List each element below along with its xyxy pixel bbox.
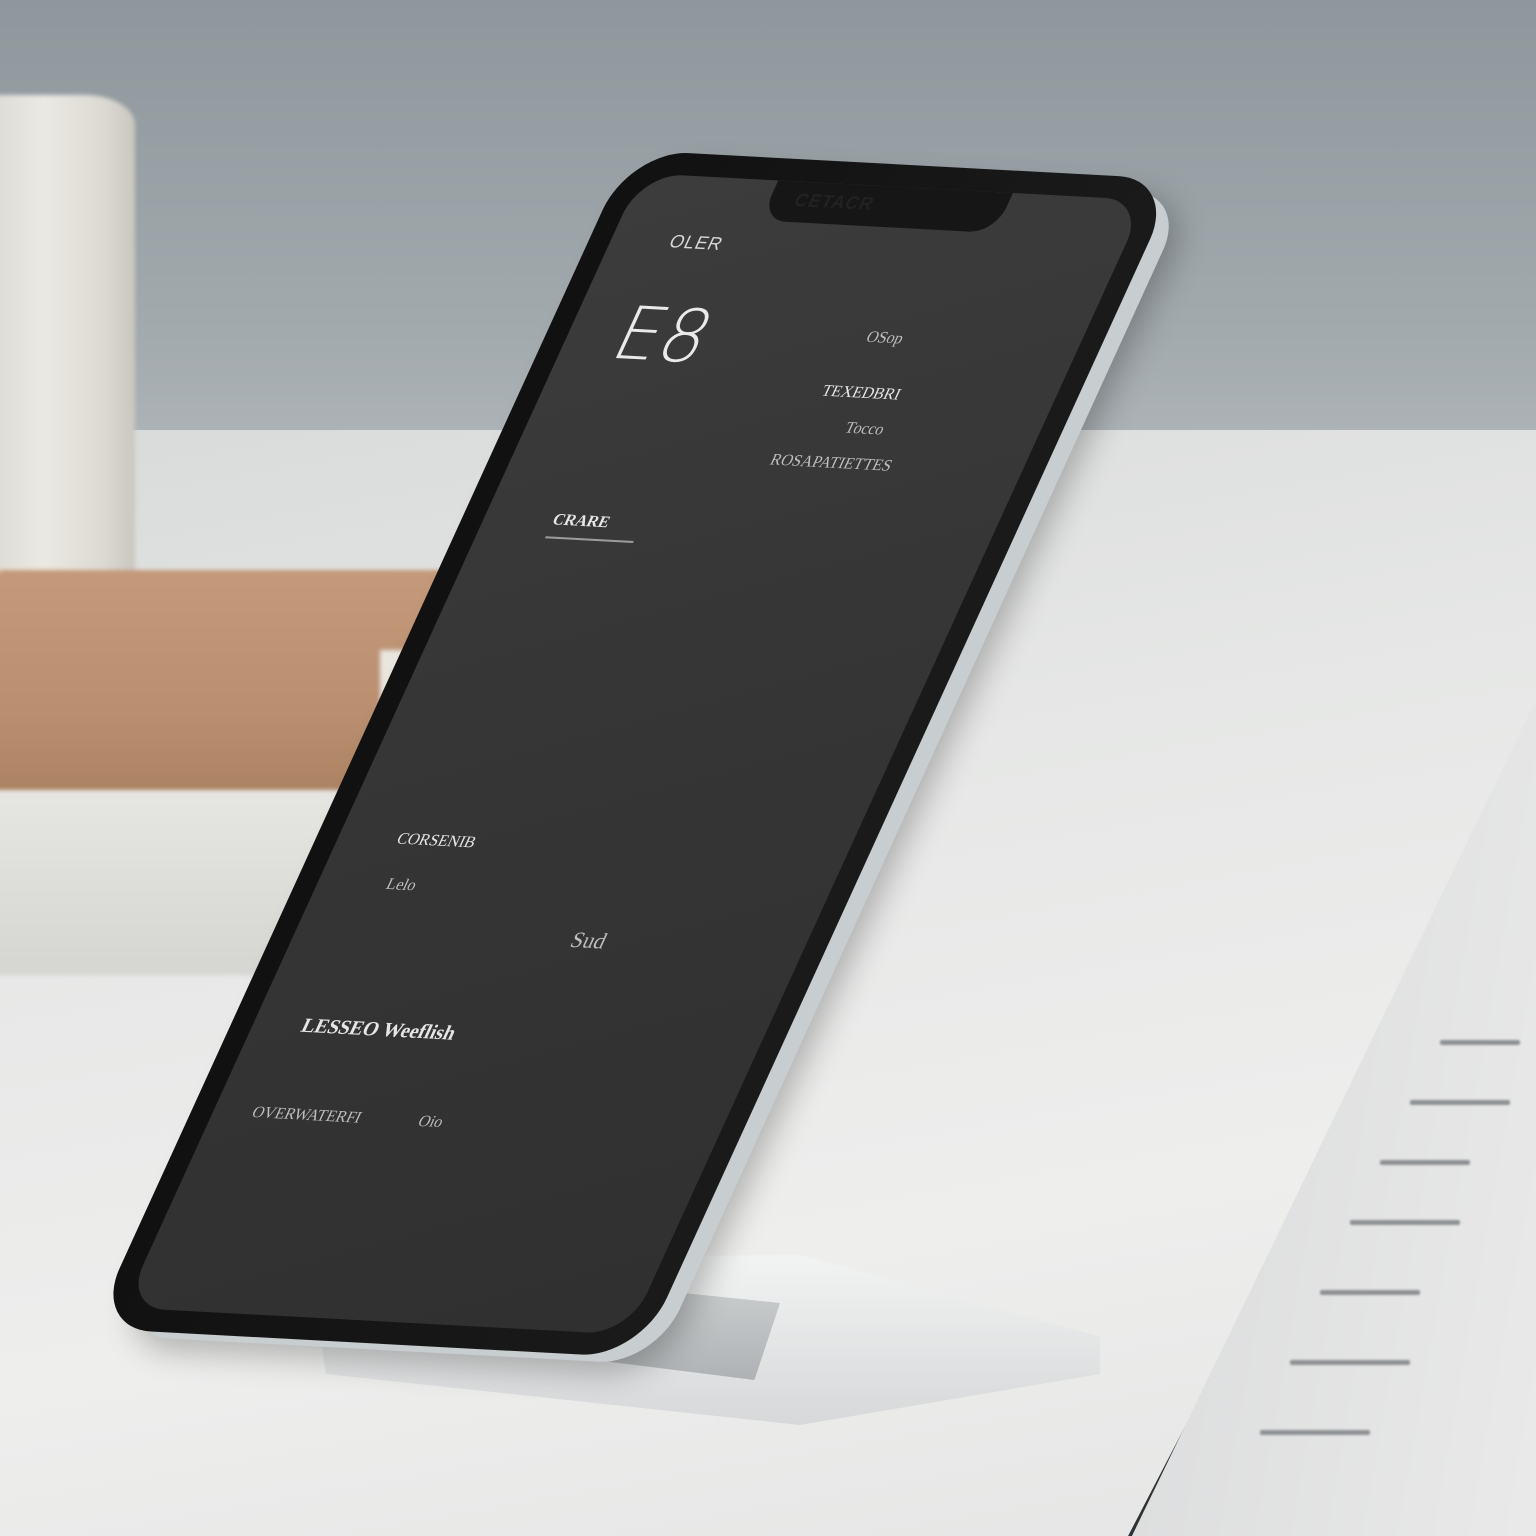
desk-scene: CETACR OLER E8 OSop TEXEDBRI Tocco ROSAP… bbox=[0, 0, 1536, 1536]
detail-line: Tocco bbox=[841, 419, 888, 439]
laptop-text-line bbox=[1290, 1360, 1410, 1365]
footer-subtitle: OVERWATERFI bbox=[248, 1103, 365, 1127]
detail-line: OSop bbox=[863, 328, 907, 348]
notch-text: CETACR bbox=[790, 189, 878, 214]
laptop-text-line bbox=[1260, 1430, 1370, 1435]
detail-line: ROSAPATIETTES bbox=[767, 451, 896, 475]
footer-tail: Oio bbox=[415, 1112, 447, 1132]
section-underline bbox=[544, 536, 634, 543]
laptop-text-line bbox=[1410, 1100, 1510, 1105]
detail-line: TEXEDBRI bbox=[818, 382, 904, 404]
laptop-text-line bbox=[1320, 1290, 1420, 1295]
status-label: OLER bbox=[665, 231, 727, 254]
phone-notch: CETACR bbox=[760, 180, 1013, 233]
laptop-text-line bbox=[1350, 1220, 1460, 1225]
section-title: CORSENIB bbox=[393, 830, 479, 852]
section-title: CRARE bbox=[549, 511, 613, 532]
value-right: Sud bbox=[566, 926, 612, 954]
laptop-text-line bbox=[1440, 1040, 1520, 1045]
section-subtitle: Lelo bbox=[383, 875, 420, 895]
laptop-text-line bbox=[1380, 1160, 1470, 1165]
big-number: E8 bbox=[599, 290, 728, 380]
footer-title: LESSEO Weeflish bbox=[297, 1014, 460, 1045]
